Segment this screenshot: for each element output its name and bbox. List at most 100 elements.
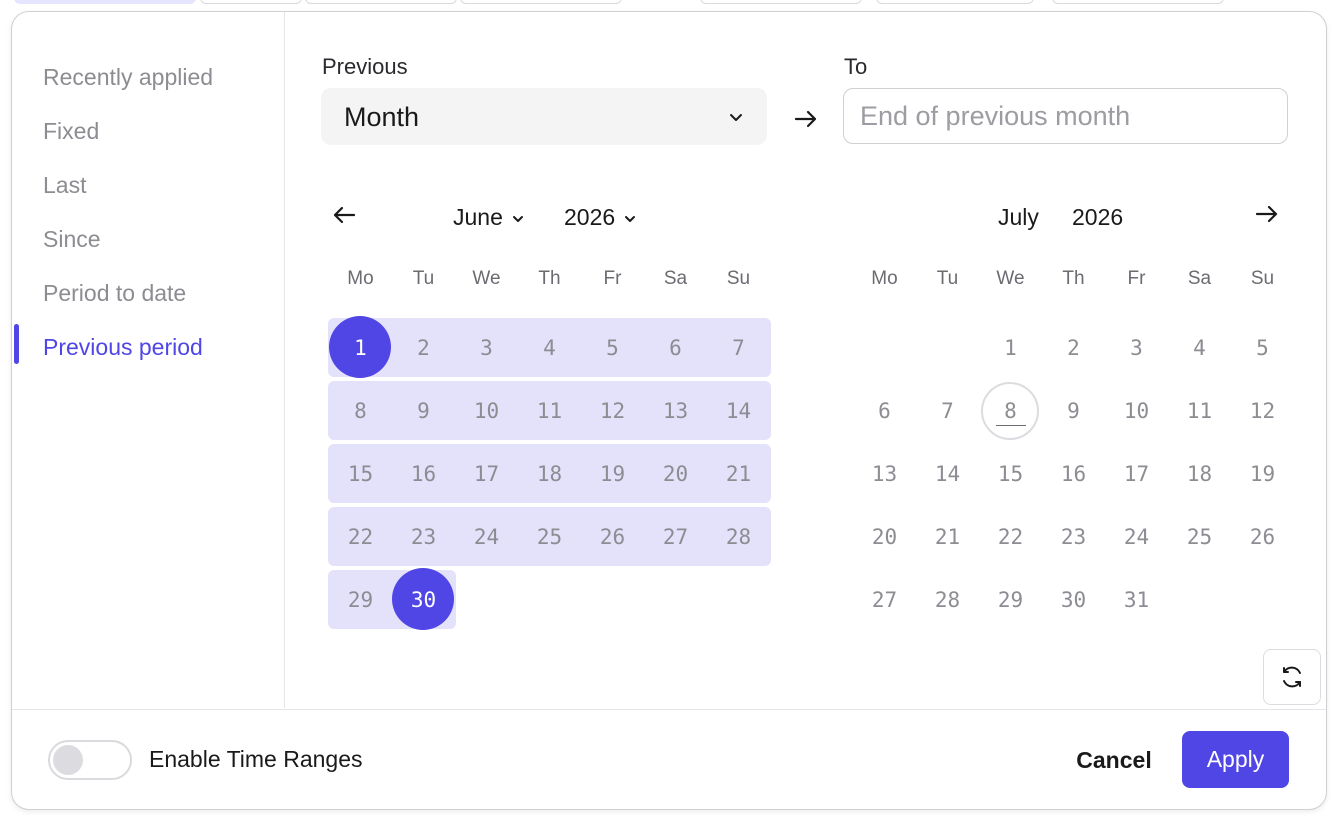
calendar-day[interactable]: 14 <box>916 445 979 503</box>
left-month-select[interactable]: June <box>453 204 525 231</box>
weekday-label: Mo <box>347 268 374 289</box>
background-tab <box>305 0 457 4</box>
calendar-day[interactable]: 22 <box>329 508 392 566</box>
left-year-select[interactable]: 2026 <box>564 204 637 231</box>
calendar-day[interactable]: 17 <box>1105 445 1168 503</box>
weekday-label: Tu <box>936 268 959 289</box>
calendar-day[interactable]: 17 <box>455 445 518 503</box>
weekday-label: Mo <box>871 268 898 289</box>
calendar-day[interactable]: 16 <box>392 445 455 503</box>
calendar-day[interactable]: 10 <box>1105 382 1168 440</box>
calendar-day[interactable]: 14 <box>707 382 770 440</box>
calendar-day[interactable]: 19 <box>1231 445 1294 503</box>
calendar-day[interactable]: 5 <box>1231 319 1294 377</box>
calendar-day[interactable]: 26 <box>581 508 644 566</box>
calendar-day[interactable]: 1 <box>329 319 392 377</box>
background-tabs <box>0 0 1334 6</box>
calendar-day[interactable]: 18 <box>518 445 581 503</box>
calendar-day[interactable]: 13 <box>853 445 916 503</box>
calendar-day[interactable]: 23 <box>1042 508 1105 566</box>
calendar-day[interactable]: 20 <box>853 508 916 566</box>
calendar-day[interactable]: 20 <box>644 445 707 503</box>
background-tab <box>460 0 622 4</box>
sidebar-item-fixed[interactable]: Fixed <box>43 117 99 145</box>
calendar-day[interactable]: 28 <box>916 571 979 629</box>
calendar-day[interactable]: 6 <box>644 319 707 377</box>
toggle-knob <box>53 745 83 775</box>
chevron-down-icon <box>730 114 742 121</box>
right-year-label: 2026 <box>1072 204 1124 230</box>
calendar-day[interactable]: 2 <box>1042 319 1105 377</box>
refresh-button[interactable] <box>1263 649 1321 705</box>
calendar-day[interactable]: 27 <box>644 508 707 566</box>
calendar-day[interactable]: 8 <box>329 382 392 440</box>
left-year-label: 2026 <box>564 204 616 230</box>
calendar-day[interactable]: 8 <box>979 382 1042 440</box>
calendar-day[interactable]: 25 <box>518 508 581 566</box>
calendar-day[interactable]: 28 <box>707 508 770 566</box>
calendar-day[interactable]: 4 <box>1168 319 1231 377</box>
sidebar-item-period-to-date[interactable]: Period to date <box>43 279 186 307</box>
arrow-left-icon[interactable] <box>330 201 358 229</box>
calendar-day[interactable]: 30 <box>392 571 455 629</box>
background-tab <box>1052 0 1224 4</box>
time-ranges-toggle[interactable] <box>48 740 132 780</box>
weekday-label: Fr <box>1127 268 1146 289</box>
calendar-day[interactable]: 26 <box>1231 508 1294 566</box>
calendar-day[interactable]: 1 <box>979 319 1042 377</box>
previous-label: Previous <box>322 54 408 79</box>
sidebar-item-since[interactable]: Since <box>43 225 101 253</box>
calendar-day[interactable]: 3 <box>455 319 518 377</box>
background-tab <box>200 0 302 4</box>
calendar-day[interactable]: 24 <box>455 508 518 566</box>
right-month-label: July <box>998 204 1039 230</box>
weekday-label: Sa <box>663 268 688 289</box>
calendar-day[interactable]: 5 <box>581 319 644 377</box>
calendar-day[interactable]: 2 <box>392 319 455 377</box>
calendar-day[interactable]: 9 <box>392 382 455 440</box>
arrow-right-icon[interactable] <box>1253 200 1281 228</box>
calendar-day[interactable]: 19 <box>581 445 644 503</box>
calendar-day[interactable]: 22 <box>979 508 1042 566</box>
calendar-day[interactable]: 13 <box>644 382 707 440</box>
sidebar-item-recently-applied[interactable]: Recently applied <box>43 63 213 91</box>
weekday-label: Th <box>538 268 561 289</box>
cancel-button[interactable]: Cancel <box>1064 740 1164 780</box>
calendar-day[interactable]: 24 <box>1105 508 1168 566</box>
calendar-day[interactable]: 9 <box>1042 382 1105 440</box>
weekday-label: Th <box>1062 268 1085 289</box>
calendar-day[interactable]: 31 <box>1105 571 1168 629</box>
calendar-day[interactable]: 7 <box>707 319 770 377</box>
calendar-day[interactable]: 11 <box>518 382 581 440</box>
calendar-day[interactable]: 29 <box>979 571 1042 629</box>
calendar-day[interactable]: 27 <box>853 571 916 629</box>
calendar-day[interactable]: 21 <box>707 445 770 503</box>
calendar-day[interactable]: 25 <box>1168 508 1231 566</box>
sidebar-item-last[interactable]: Last <box>43 171 86 199</box>
sidebar-item-previous-period[interactable]: Previous period <box>43 333 203 361</box>
calendar-day[interactable]: 3 <box>1105 319 1168 377</box>
calendar-day[interactable]: 6 <box>853 382 916 440</box>
picker-footer: Enable Time Ranges Cancel Apply <box>12 709 1326 809</box>
calendar-day[interactable]: 23 <box>392 508 455 566</box>
calendar-day[interactable]: 18 <box>1168 445 1231 503</box>
calendar-day[interactable]: 10 <box>455 382 518 440</box>
picker-main: Previous Month To June 2026 July 2026 Mo… <box>285 12 1326 708</box>
calendar-day[interactable]: 15 <box>329 445 392 503</box>
chevron-down-icon <box>512 215 523 222</box>
calendar-day[interactable]: 29 <box>329 571 392 629</box>
calendar-day[interactable]: 12 <box>1231 382 1294 440</box>
apply-button[interactable]: Apply <box>1182 731 1289 788</box>
calendar-day[interactable]: 30 <box>1042 571 1105 629</box>
calendar-day[interactable]: 12 <box>581 382 644 440</box>
calendar-day[interactable]: 4 <box>518 319 581 377</box>
calendar-day[interactable]: 11 <box>1168 382 1231 440</box>
previous-period-select[interactable]: Month <box>321 88 767 145</box>
calendar-day[interactable]: 7 <box>916 382 979 440</box>
calendar-day[interactable]: 15 <box>979 445 1042 503</box>
time-ranges-toggle-label: Enable Time Ranges <box>149 746 363 772</box>
to-date-input[interactable] <box>843 88 1288 144</box>
calendar-day[interactable]: 16 <box>1042 445 1105 503</box>
calendar-day[interactable]: 21 <box>916 508 979 566</box>
background-tab <box>700 0 862 4</box>
